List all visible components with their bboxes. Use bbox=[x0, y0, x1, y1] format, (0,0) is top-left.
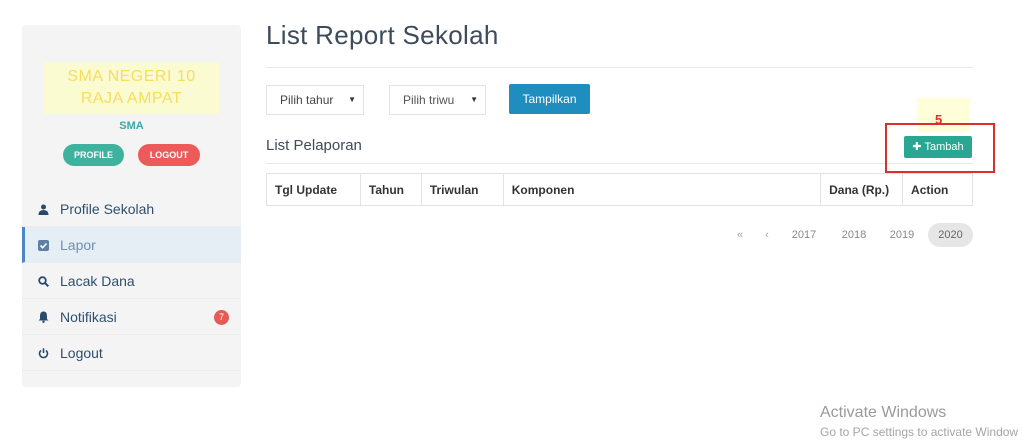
column-header: Tahun bbox=[359, 173, 422, 206]
bell-icon bbox=[36, 299, 50, 335]
caret-down-icon: ▼ bbox=[470, 95, 478, 104]
search-icon bbox=[36, 263, 50, 299]
pagination-page-current[interactable]: 2020 bbox=[928, 223, 973, 247]
sidebar-item-label: Logout bbox=[60, 345, 103, 361]
page-title: List Report Sekolah bbox=[266, 20, 499, 50]
power-icon bbox=[36, 335, 50, 371]
add-button-label: Tambah bbox=[924, 141, 964, 153]
activation-watermark-text: Go to PC settings to activate Window bbox=[820, 425, 1019, 439]
sidebar: SMA NEGERI 10 RAJA AMPAT SMA PROFILE LOG… bbox=[22, 25, 241, 387]
school-name-box: SMA NEGERI 10 RAJA AMPAT bbox=[44, 62, 219, 114]
sidebar-item-label: Lacak Dana bbox=[60, 273, 135, 289]
quarter-select-value: Pilih triwu bbox=[403, 93, 455, 107]
column-header: Komponen bbox=[502, 173, 822, 206]
title-divider bbox=[266, 67, 973, 68]
sidebar-item-label: Lapor bbox=[60, 237, 96, 253]
column-header: Triwulan bbox=[420, 173, 504, 206]
column-header: Dana (Rp.) bbox=[820, 173, 904, 206]
profile-button[interactable]: PROFILE bbox=[63, 144, 124, 166]
quarter-select[interactable]: Pilih triwu ▼ bbox=[389, 85, 486, 115]
school-type: SMA bbox=[119, 120, 144, 132]
plus-icon: ✚ bbox=[912, 141, 922, 153]
show-button[interactable]: Tampilkan bbox=[509, 84, 590, 114]
sidebar-item-lacak-dana[interactable]: Lacak Dana bbox=[22, 263, 241, 299]
add-button[interactable]: ✚ Tambah bbox=[904, 136, 972, 158]
sidebar-item-notifikasi[interactable]: Notifikasi 7 bbox=[22, 299, 241, 335]
table-header-row: Tgl Update Tahun Triwulan Komponen Dana … bbox=[266, 173, 973, 206]
logout-button[interactable]: LOGOUT bbox=[138, 144, 200, 166]
year-select-value: Pilih tahur bbox=[280, 93, 334, 107]
section-divider bbox=[266, 163, 973, 164]
activation-watermark-title: Activate Windows bbox=[820, 404, 947, 421]
caret-down-icon: ▼ bbox=[348, 95, 356, 104]
section-title: List Pelaporan bbox=[266, 137, 362, 154]
sidebar-item-lapor[interactable]: Lapor bbox=[22, 227, 241, 263]
year-select[interactable]: Pilih tahur ▼ bbox=[266, 85, 364, 115]
column-header: Action bbox=[902, 173, 973, 206]
sidebar-item-profile-sekolah[interactable]: Profile Sekolah bbox=[22, 191, 241, 227]
pagination-prev[interactable]: ‹ bbox=[756, 223, 778, 247]
sidebar-item-label: Profile Sekolah bbox=[60, 201, 155, 217]
check-square-icon bbox=[36, 227, 50, 263]
sidebar-item-logout[interactable]: Logout bbox=[22, 335, 241, 371]
user-icon bbox=[36, 191, 50, 227]
report-table: Tgl Update Tahun Triwulan Komponen Dana … bbox=[266, 173, 973, 206]
sidebar-item-label: Notifikasi bbox=[60, 309, 117, 325]
school-name: SMA NEGERI 10 RAJA AMPAT bbox=[67, 68, 196, 107]
sidebar-menu: Profile Sekolah Lapor Lacak Dana Notifik… bbox=[22, 191, 241, 371]
pagination-page[interactable]: 2019 bbox=[882, 223, 922, 247]
notification-count-badge: 7 bbox=[214, 310, 229, 325]
pagination-first[interactable]: « bbox=[729, 223, 751, 247]
pagination-page[interactable]: 2017 bbox=[784, 223, 824, 247]
column-header: Tgl Update bbox=[266, 173, 361, 206]
pagination-page[interactable]: 2018 bbox=[834, 223, 874, 247]
